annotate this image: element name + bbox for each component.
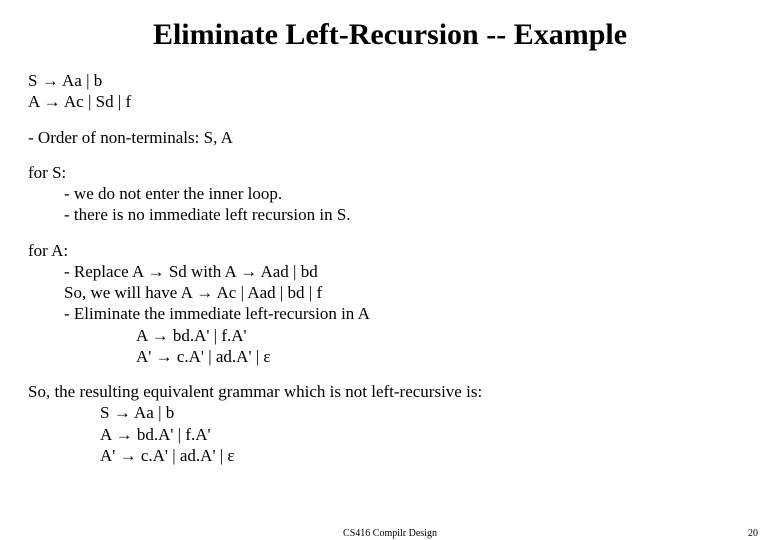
slide: Eliminate Left-Recursion -- Example S → … — [0, 0, 780, 540]
for-a-elim: - Eliminate the immediate left-recursion… — [28, 303, 752, 324]
result-rule-a: A → bd.A' | f.A' — [28, 424, 752, 445]
arrow-icon: → — [240, 262, 257, 281]
rule-text: Aa | b — [59, 71, 103, 90]
slide-body: S → Aa | b A → Ac | Sd | f - Order of no… — [28, 70, 752, 466]
text: A — [100, 425, 116, 444]
for-s-line: - we do not enter the inner loop. — [28, 183, 752, 204]
for-s-head: for S: — [28, 162, 752, 183]
text: Aad | bd — [257, 262, 318, 281]
for-s-line: - there is no immediate left recursion i… — [28, 204, 752, 225]
for-a-rule2: A' → c.A' | ad.A' | ε — [28, 346, 752, 367]
arrow-icon: → — [114, 403, 131, 422]
footer-course: CS416 Compilr Design — [343, 528, 437, 539]
arrow-icon: → — [196, 283, 213, 302]
arrow-icon: → — [120, 446, 137, 465]
slide-title: Eliminate Left-Recursion -- Example — [28, 18, 752, 52]
for-a-head: for A: — [28, 240, 752, 261]
for-s-block: for S: - we do not enter the inner loop.… — [28, 162, 752, 226]
for-a-replace: - Replace A → Sd with A → Aad | bd — [28, 261, 752, 282]
arrow-icon: → — [148, 262, 165, 281]
rule-text: A — [28, 92, 44, 111]
result-block: So, the resulting equivalent grammar whi… — [28, 381, 752, 466]
page-number: 20 — [748, 528, 758, 539]
text: bd.A' | f.A' — [169, 326, 247, 345]
rule-text: Ac | Sd | f — [61, 92, 132, 111]
text: A' — [100, 446, 120, 465]
arrow-icon: → — [44, 92, 61, 111]
text: bd.A' | f.A' — [133, 425, 211, 444]
grammar-rule-a: A → Ac | Sd | f — [28, 91, 752, 112]
result-head: So, the resulting equivalent grammar whi… — [28, 381, 752, 402]
text: A — [136, 326, 152, 345]
text: - Replace A — [64, 262, 148, 281]
arrow-icon: → — [156, 347, 173, 366]
for-a-block: for A: - Replace A → Sd with A → Aad | b… — [28, 240, 752, 368]
arrow-icon: → — [152, 326, 169, 345]
text: Ac | Aad | bd | f — [213, 283, 322, 302]
order-line: - Order of non-terminals: S, A — [28, 127, 752, 148]
grammar-rule-s: S → Aa | b — [28, 70, 752, 91]
arrow-icon: → — [42, 71, 59, 90]
for-a-rule1: A → bd.A' | f.A' — [28, 325, 752, 346]
text: Sd with A — [165, 262, 241, 281]
rule-text: S — [28, 71, 42, 90]
text: c.A' | ad.A' | ε — [137, 446, 235, 465]
arrow-icon: → — [116, 425, 133, 444]
text: A' — [136, 347, 156, 366]
for-a-so: So, we will have A → Ac | Aad | bd | f — [28, 282, 752, 303]
text: c.A' | ad.A' | ε — [173, 347, 271, 366]
text: S — [100, 403, 114, 422]
text: So, we will have A — [64, 283, 196, 302]
initial-grammar: S → Aa | b A → Ac | Sd | f — [28, 70, 752, 113]
text: Aa | b — [131, 403, 175, 422]
result-rule-s: S → Aa | b — [28, 402, 752, 423]
result-rule-aprime: A' → c.A' | ad.A' | ε — [28, 445, 752, 466]
